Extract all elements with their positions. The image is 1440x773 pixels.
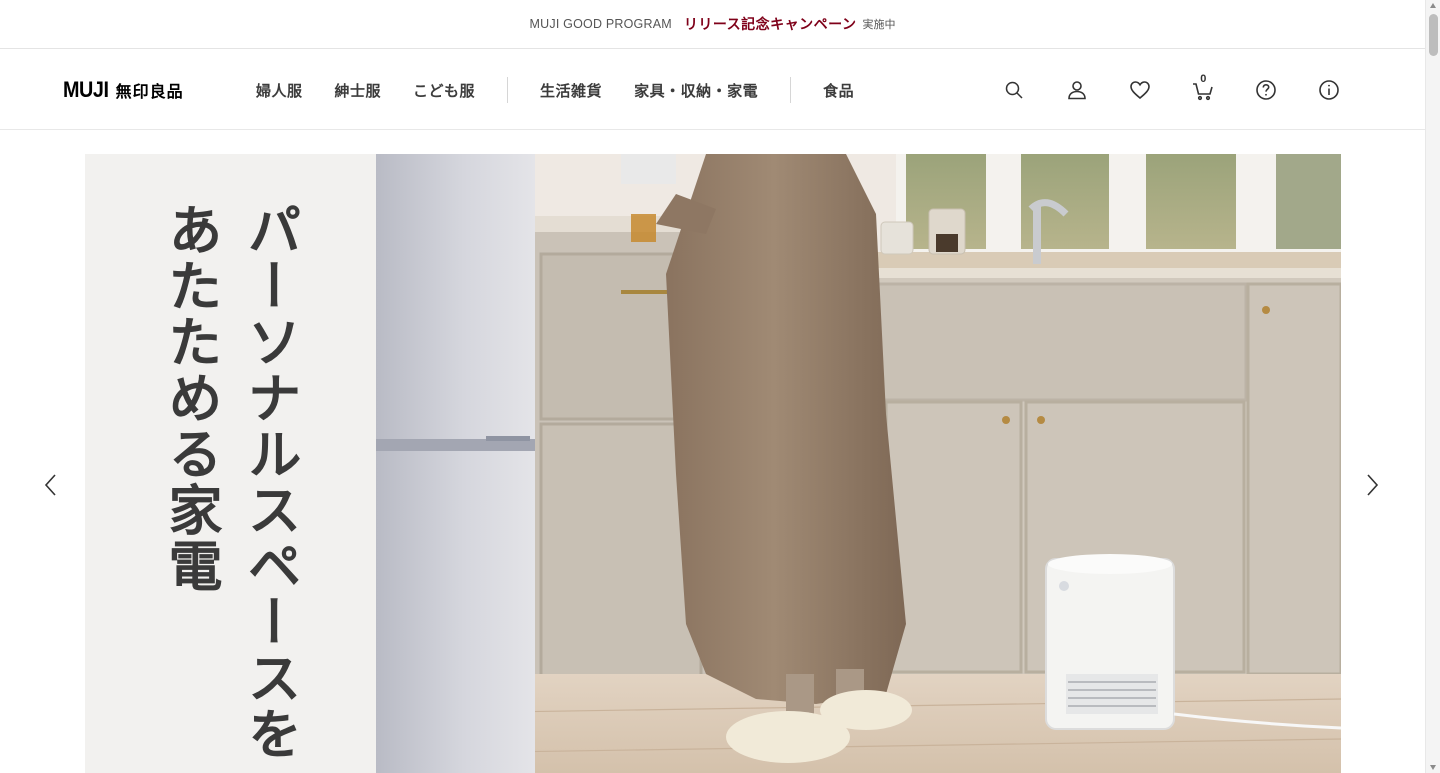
help-icon[interactable] bbox=[1248, 72, 1284, 108]
info-icon[interactable] bbox=[1311, 72, 1347, 108]
search-icon[interactable] bbox=[996, 72, 1032, 108]
hero-headline-line1: パーソナルスペースを bbox=[238, 202, 301, 762]
hero-photo bbox=[376, 154, 1341, 773]
account-icon[interactable] bbox=[1059, 72, 1095, 108]
nav-mens[interactable]: 紳士服 bbox=[319, 80, 398, 101]
chevron-left-icon[interactable] bbox=[41, 473, 61, 497]
favorite-heart-icon[interactable] bbox=[1122, 72, 1158, 108]
scroll-down-arrow[interactable] bbox=[1430, 765, 1436, 770]
cart-count-badge: 0 bbox=[1200, 73, 1207, 85]
nav-household[interactable]: 生活雑貨 bbox=[524, 80, 618, 101]
hero-headline-line2: あたためる家電 bbox=[159, 202, 222, 594]
nav-food[interactable]: 食品 bbox=[807, 80, 870, 101]
announcement-bar[interactable]: MUJI GOOD PROGRAM リリース記念キャンペーン 実施中 bbox=[0, 0, 1425, 49]
hero-text-panel: パーソナルスペースを あたためる家電 bbox=[85, 154, 376, 773]
header-icons: 0 bbox=[996, 72, 1347, 108]
muji-logo[interactable]: MUJI 無印良品 bbox=[63, 77, 184, 103]
hero-banner[interactable]: パーソナルスペースを あたためる家電 bbox=[85, 154, 1341, 773]
page-scrollbar[interactable] bbox=[1425, 0, 1440, 773]
nav-kids[interactable]: こども服 bbox=[397, 80, 491, 101]
main-nav: 婦人服 紳士服 こども服 生活雑貨 家具・収納・家電 食品 bbox=[240, 50, 870, 130]
cart-icon[interactable]: 0 bbox=[1185, 72, 1221, 108]
announcement-campaign[interactable]: リリース記念キャンペーン bbox=[684, 14, 857, 34]
logo-jp: 無印良品 bbox=[115, 82, 184, 101]
announcement-program: MUJI GOOD PROGRAM bbox=[529, 17, 672, 31]
announcement-status: 実施中 bbox=[862, 18, 896, 31]
chevron-right-icon[interactable] bbox=[1362, 473, 1382, 497]
scroll-up-arrow[interactable] bbox=[1430, 3, 1436, 8]
nav-divider bbox=[507, 77, 509, 103]
nav-womens[interactable]: 婦人服 bbox=[240, 80, 319, 101]
scroll-thumb[interactable] bbox=[1429, 14, 1438, 56]
nav-divider bbox=[790, 77, 792, 103]
nav-furniture-appliances[interactable]: 家具・収納・家電 bbox=[618, 80, 774, 101]
logo-en: MUJI bbox=[63, 77, 109, 102]
site-header: MUJI 無印良品 婦人服 紳士服 こども服 生活雑貨 家具・収納・家電 食品 … bbox=[0, 50, 1425, 130]
